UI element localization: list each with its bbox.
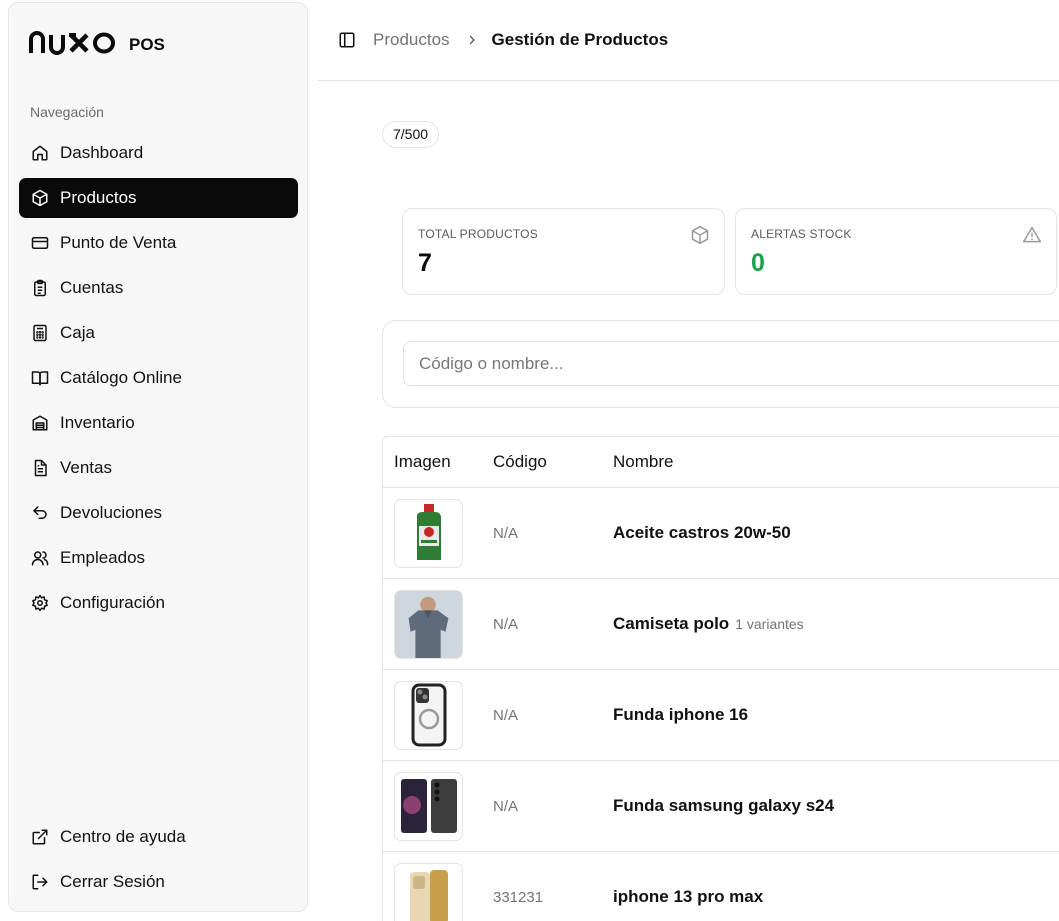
cell-code: N/A xyxy=(493,524,519,542)
breadcrumb-parent[interactable]: Productos xyxy=(373,30,450,50)
products-table: Imagen Código Nombre N/A Aceite castros … xyxy=(382,436,1059,921)
external-link-icon xyxy=(31,828,49,846)
column-header-image: Imagen xyxy=(394,452,451,471)
sidebar-item-label: Empleados xyxy=(60,548,146,567)
book-open-icon xyxy=(31,369,49,387)
home-icon xyxy=(31,144,49,162)
cell-code: 331231 xyxy=(493,888,544,906)
column-header-name: Nombre xyxy=(613,452,674,471)
stat-label: TOTAL PRODUCTOS xyxy=(418,227,538,241)
stat-value: 0 xyxy=(751,249,765,277)
table-row[interactable]: N/A Camiseta polo 1 variantes xyxy=(383,579,1059,670)
product-thumbnail-oil-bottle xyxy=(394,498,463,568)
calculator-icon xyxy=(31,324,49,342)
variants-count: 1 variantes xyxy=(735,616,804,632)
warning-triangle-icon xyxy=(1022,225,1042,245)
sidebar-toggle-icon[interactable] xyxy=(338,31,356,49)
sidebar-item-help-center[interactable]: Centro de ayuda xyxy=(19,817,298,857)
product-name: Camiseta polo xyxy=(613,614,730,633)
product-thumbnail-samsung-case xyxy=(394,771,463,841)
cell-code: N/A xyxy=(493,797,519,815)
cell-image xyxy=(383,680,493,750)
sidebar-item-logout[interactable]: Cerrar Sesión xyxy=(19,862,298,902)
users-icon xyxy=(31,549,49,567)
log-out-icon xyxy=(31,873,49,891)
cell-name: Aceite castros 20w-50 xyxy=(613,523,1059,543)
credit-card-icon xyxy=(31,234,49,252)
sidebar-item-devoluciones[interactable]: Devoluciones xyxy=(19,493,298,533)
sidebar-item-punto-de-venta[interactable]: Punto de Venta xyxy=(19,223,298,263)
cell-name: Camiseta polo 1 variantes xyxy=(613,614,1059,634)
product-thumbnail-iphone xyxy=(394,862,463,921)
table-row[interactable]: 331231 iphone 13 pro max xyxy=(383,852,1059,921)
sidebar-item-label: Devoluciones xyxy=(60,503,163,522)
cell-name: Funda samsung galaxy s24 xyxy=(613,796,1059,816)
sidebar-item-label: Inventario xyxy=(60,413,135,432)
stat-label: ALERTAS STOCK xyxy=(751,227,852,241)
nuxo-logo-icon xyxy=(29,31,115,55)
breadcrumb-current: Gestión de Productos xyxy=(491,30,669,49)
brand-suffix: POS xyxy=(129,35,165,54)
file-text-icon xyxy=(31,459,49,477)
table-row[interactable]: N/A Funda samsung galaxy s24 xyxy=(383,761,1059,852)
sidebar-item-configuracion[interactable]: Configuración xyxy=(19,583,298,623)
product-name: Aceite castros 20w-50 xyxy=(613,523,791,542)
sidebar-item-label: Cerrar Sesión xyxy=(60,872,165,891)
sidebar-item-label: Punto de Venta xyxy=(60,233,177,252)
table-row[interactable]: N/A Funda iphone 16 xyxy=(383,670,1059,761)
cell-image xyxy=(383,862,493,921)
product-thumbnail-polo-shirt xyxy=(394,589,463,659)
cell-code: N/A xyxy=(493,615,519,633)
table-row[interactable]: N/A Aceite castros 20w-50 xyxy=(383,488,1059,579)
product-name: Funda samsung galaxy s24 xyxy=(613,796,835,815)
gear-icon xyxy=(31,594,49,612)
product-thumbnail-iphone-case xyxy=(394,680,463,750)
box-icon xyxy=(31,189,49,207)
sidebar-item-label: Dashboard xyxy=(60,143,144,162)
cell-image xyxy=(383,771,493,841)
cell-name: iphone 13 pro max xyxy=(613,887,1059,907)
sidebar-bottom-nav: Centro de ayuda Cerrar Sesión xyxy=(19,817,298,907)
topbar: Productos Gestión de Productos xyxy=(318,0,1059,81)
warehouse-icon xyxy=(31,414,49,432)
product-count-badge: 7/500 xyxy=(382,121,440,148)
sidebar-item-empleados[interactable]: Empleados xyxy=(19,538,298,578)
sidebar-item-catalogo-online[interactable]: Catálogo Online xyxy=(19,358,298,398)
stat-card-total-products: TOTAL PRODUCTOS 7 xyxy=(402,208,725,295)
sidebar: POS Navegación Dashboard Productos Punto… xyxy=(8,2,308,912)
stat-value: 7 xyxy=(418,249,432,277)
box-icon xyxy=(690,225,710,245)
undo-icon xyxy=(31,504,49,522)
cell-image xyxy=(383,498,493,568)
sidebar-item-productos[interactable]: Productos xyxy=(19,178,298,218)
sidebar-item-label: Configuración xyxy=(60,593,165,612)
search-card xyxy=(382,320,1059,408)
sidebar-item-label: Cuentas xyxy=(60,278,124,297)
sidebar-item-label: Caja xyxy=(60,323,95,342)
sidebar-item-inventario[interactable]: Inventario xyxy=(19,403,298,443)
chevron-right-icon xyxy=(466,34,478,46)
sidebar-item-dashboard[interactable]: Dashboard xyxy=(19,133,298,173)
sidebar-item-ventas[interactable]: Ventas xyxy=(19,448,298,488)
sidebar-item-cuentas[interactable]: Cuentas xyxy=(19,268,298,308)
sidebar-item-caja[interactable]: Caja xyxy=(19,313,298,353)
product-name: iphone 13 pro max xyxy=(613,887,764,906)
cell-image xyxy=(383,589,493,659)
clipboard-list-icon xyxy=(31,279,49,297)
stat-card-stock-alerts: ALERTAS STOCK 0 xyxy=(735,208,1057,295)
cell-name: Funda iphone 16 xyxy=(613,705,1059,725)
search-input[interactable] xyxy=(403,341,1059,386)
nav-section-label: Navegación xyxy=(30,104,104,120)
sidebar-nav: Dashboard Productos Punto de Venta Cuent… xyxy=(19,133,298,628)
sidebar-item-label: Catálogo Online xyxy=(60,368,182,387)
sidebar-item-label: Productos xyxy=(60,188,137,207)
sidebar-item-label: Centro de ayuda xyxy=(60,827,186,846)
brand: POS xyxy=(29,31,165,59)
product-name: Funda iphone 16 xyxy=(613,705,749,724)
table-header: Imagen Código Nombre xyxy=(383,437,1059,488)
sidebar-item-label: Ventas xyxy=(60,458,112,477)
column-header-code: Código xyxy=(493,452,547,471)
cell-code: N/A xyxy=(493,706,519,724)
logo xyxy=(29,31,117,59)
